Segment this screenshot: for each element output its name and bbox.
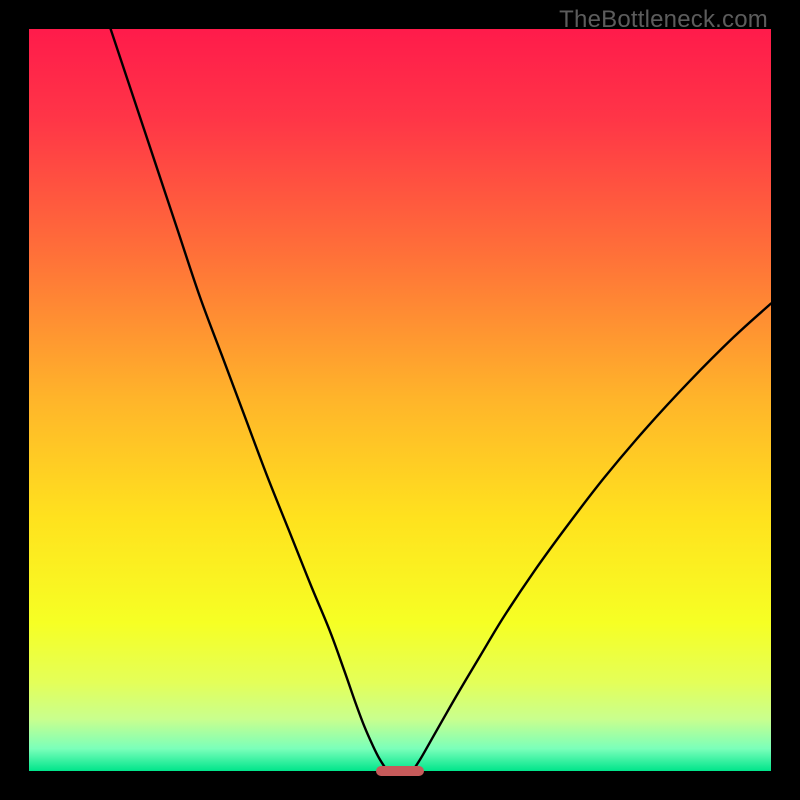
curve-layer xyxy=(29,29,771,771)
watermark-text: TheBottleneck.com xyxy=(559,6,768,34)
plot-area xyxy=(29,29,771,771)
left-bottleneck-curve xyxy=(111,29,388,771)
baseline-marker xyxy=(376,766,425,776)
right-bottleneck-curve xyxy=(413,304,771,771)
chart-frame: TheBottleneck.com xyxy=(0,0,800,800)
